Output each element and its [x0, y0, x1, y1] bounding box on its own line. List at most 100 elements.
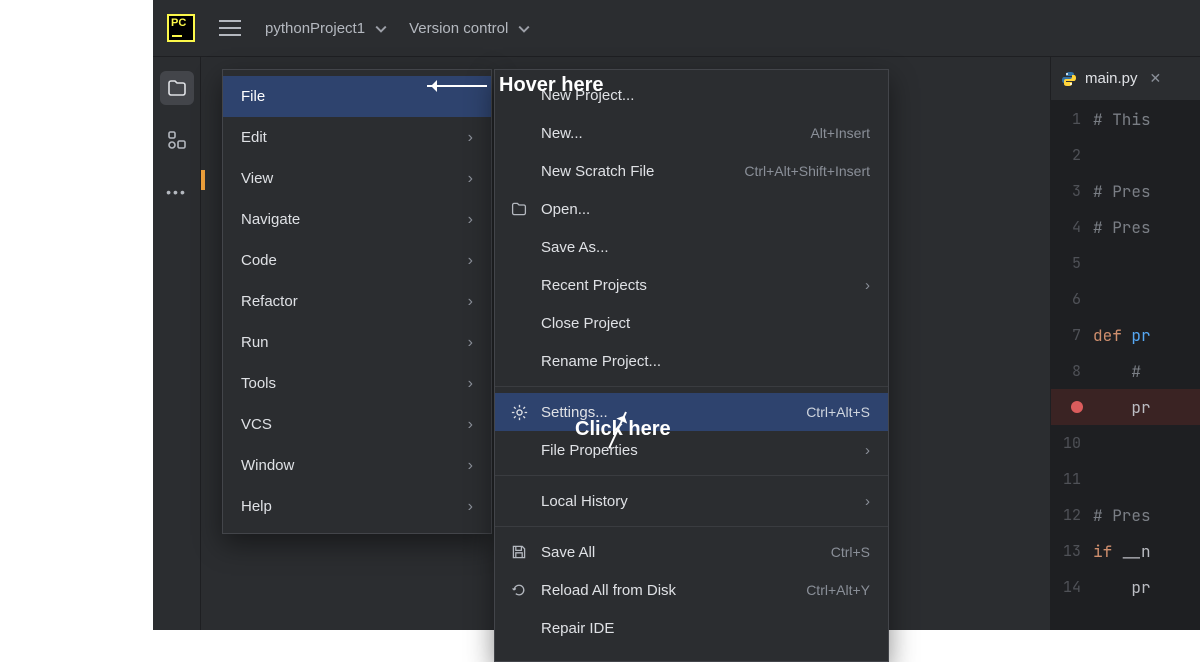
titlebar: PC pythonProject1 Version control — [153, 0, 1200, 57]
code-text: def pr — [1093, 325, 1151, 346]
annotation-hover: Hover here — [427, 74, 604, 97]
submenu-item-label: Rename Project... — [541, 353, 870, 370]
editor-line[interactable]: 7def pr — [1051, 317, 1200, 353]
submenu-item[interactable]: Reload All from DiskCtrl+Alt+Y — [495, 571, 888, 609]
project-name: pythonProject1 — [265, 20, 365, 37]
editor-line[interactable]: 8 # — [1051, 353, 1200, 389]
editor-lines[interactable]: 1# This23# Pres4# Pres567def pr8 # pr101… — [1051, 101, 1200, 605]
breakpoint-icon[interactable] — [1071, 401, 1083, 413]
submenu-item[interactable]: Open... — [495, 190, 888, 228]
line-number[interactable]: 11 — [1051, 469, 1093, 489]
editor-tab[interactable]: main.py ✕ — [1051, 57, 1200, 101]
main-menu-item-refactor[interactable]: Refactor› — [223, 281, 491, 322]
submenu-item-label: Local History — [541, 493, 853, 510]
code-text: # — [1093, 361, 1151, 382]
submenu-item[interactable]: Repair IDE — [495, 609, 888, 647]
editor-line[interactable]: 11 — [1051, 461, 1200, 497]
gear-icon — [509, 404, 529, 421]
submenu-item-shortcut: Ctrl+Alt+Shift+Insert — [744, 163, 870, 179]
main-menu-item-vcs[interactable]: VCS › — [223, 404, 491, 445]
editor-line[interactable]: 12# Pres — [1051, 497, 1200, 533]
submenu-item[interactable]: Local History › — [495, 482, 888, 520]
editor-line[interactable]: 1# This — [1051, 101, 1200, 137]
pycharm-logo-icon: PC — [167, 14, 195, 42]
submenu-item-label: New Scratch File — [541, 163, 732, 180]
submenu-item-label: File Properties — [541, 442, 853, 459]
main-menu-item-view[interactable]: View› — [223, 158, 491, 199]
chevron-right-icon: › — [468, 498, 473, 516]
editor-line[interactable]: 2 — [1051, 137, 1200, 173]
submenu-item[interactable]: Close Project — [495, 304, 888, 342]
main-menu-item-tools[interactable]: Tools› — [223, 363, 491, 404]
chevron-right-icon: › — [865, 493, 870, 510]
more-toolwindows-button[interactable]: ••• — [160, 175, 194, 209]
editor-line[interactable]: 13if __n — [1051, 533, 1200, 569]
editor-line[interactable]: 6 — [1051, 281, 1200, 317]
main-menu-item-run[interactable]: Run› — [223, 322, 491, 363]
submenu-item[interactable]: Recent Projects› — [495, 266, 888, 304]
line-number[interactable]: 14 — [1051, 577, 1093, 597]
annotation-click-label: Click here — [575, 418, 671, 440]
chevron-right-icon: › — [468, 252, 473, 270]
editor-line[interactable]: 10 — [1051, 425, 1200, 461]
submenu-item[interactable]: New Scratch File Ctrl+Alt+Shift+Insert — [495, 152, 888, 190]
line-number[interactable]: 8 — [1051, 361, 1093, 381]
chevron-right-icon: › — [468, 416, 473, 434]
code-text: # Pres — [1093, 181, 1151, 202]
project-toolwindow-button[interactable] — [160, 71, 194, 105]
main-menu-item-help[interactable]: Help› — [223, 486, 491, 527]
editor-line[interactable]: 14 pr — [1051, 569, 1200, 605]
main-menu-item-label: Navigate — [241, 211, 300, 228]
line-number[interactable]: 3 — [1051, 181, 1093, 201]
structure-toolwindow-button[interactable] — [160, 123, 194, 157]
menu-separator — [495, 475, 888, 476]
line-number[interactable]: 13 — [1051, 541, 1093, 561]
line-number[interactable]: 4 — [1051, 217, 1093, 237]
editor-line[interactable]: pr — [1051, 389, 1200, 425]
submenu-item[interactable]: Save As... — [495, 228, 888, 266]
line-number[interactable]: 10 — [1051, 433, 1093, 453]
submenu-item[interactable]: Save AllCtrl+S — [495, 533, 888, 571]
chevron-right-icon: › — [468, 129, 473, 147]
left-toolstrip: ••• — [153, 57, 201, 630]
main-menu-item-navigate[interactable]: Navigate› — [223, 199, 491, 240]
main-menu-item-edit[interactable]: Edit › — [223, 117, 491, 158]
save-icon — [509, 544, 529, 560]
vcs-selector[interactable]: Version control — [409, 20, 528, 37]
main-menu-item-label: Tools — [241, 375, 276, 392]
code-text: if __n — [1093, 541, 1151, 562]
line-number[interactable]: 1 — [1051, 109, 1093, 129]
line-number[interactable]: 2 — [1051, 145, 1093, 165]
submenu-item[interactable]: File Properties › — [495, 431, 888, 469]
main-menu-item-code[interactable]: Code› — [223, 240, 491, 281]
vcs-label: Version control — [409, 20, 508, 37]
line-number[interactable]: 12 — [1051, 505, 1093, 525]
line-number[interactable]: 5 — [1051, 253, 1093, 273]
gutter[interactable] — [1051, 401, 1093, 413]
editor-line[interactable]: 5 — [1051, 245, 1200, 281]
line-number[interactable]: 7 — [1051, 325, 1093, 345]
menu-separator — [495, 386, 888, 387]
submenu-item-label: Save As... — [541, 239, 870, 256]
hamburger-icon[interactable] — [219, 20, 241, 36]
chevron-right-icon: › — [865, 442, 870, 459]
editor-line[interactable]: 3# Pres — [1051, 173, 1200, 209]
main-menu-item-label: VCS — [241, 416, 272, 433]
close-icon[interactable]: ✕ — [1150, 70, 1162, 87]
main-menu-item-window[interactable]: Window› — [223, 445, 491, 486]
submenu-item-shortcut: Ctrl+Alt+Y — [806, 582, 870, 598]
submenu-item[interactable]: New...Alt+Insert — [495, 114, 888, 152]
code-text: # Pres — [1093, 505, 1151, 526]
line-number[interactable]: 6 — [1051, 289, 1093, 309]
project-selector[interactable]: pythonProject1 — [265, 20, 385, 37]
submenu-item-shortcut: Ctrl+S — [831, 544, 870, 560]
ellipsis-icon: ••• — [166, 184, 187, 200]
editor-line[interactable]: 4# Pres — [1051, 209, 1200, 245]
python-file-icon — [1061, 71, 1077, 87]
submenu-item[interactable]: Settings...Ctrl+Alt+S — [495, 393, 888, 431]
main-menu-item-label: Edit — [241, 129, 267, 146]
submenu-item[interactable]: Rename Project... — [495, 342, 888, 380]
chevron-right-icon: › — [468, 293, 473, 311]
arrow-left-icon — [427, 85, 487, 87]
file-submenu: New Project...New...Alt+InsertNew Scratc… — [494, 69, 889, 662]
